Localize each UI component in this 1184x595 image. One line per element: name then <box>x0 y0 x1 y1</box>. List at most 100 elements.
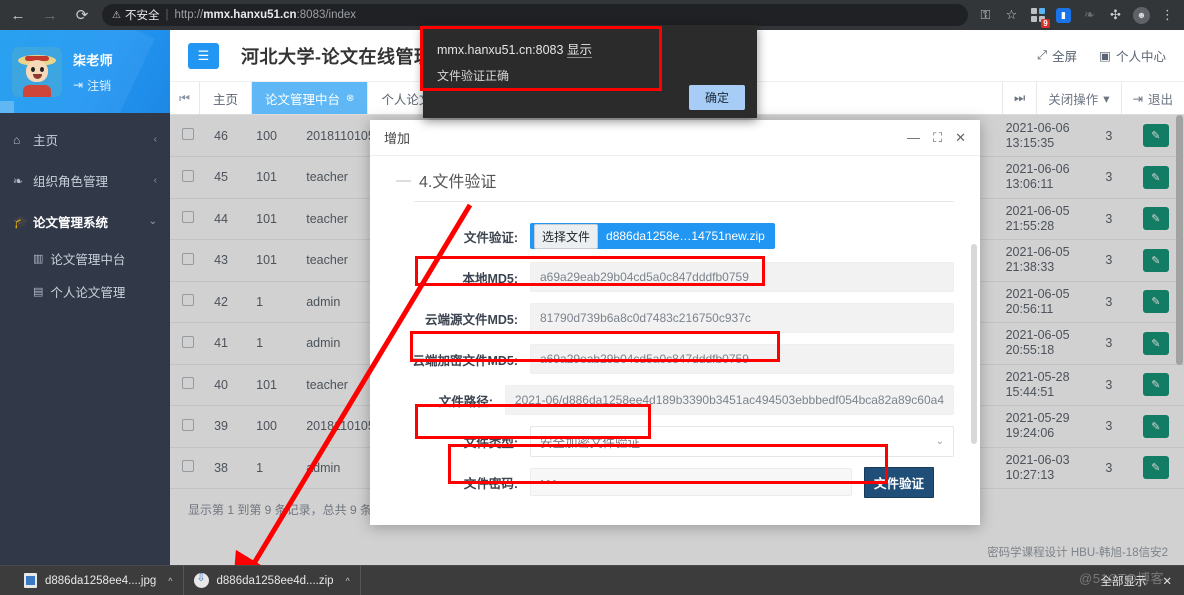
section-divider <box>414 201 954 202</box>
omnibox-divider: | <box>165 9 169 21</box>
avatar <box>12 46 62 97</box>
field-cloud-enc-md5: 云端加密文件MD5: a69a29eab29b04cd5a0c847dddfb0… <box>388 343 954 375</box>
profile-avatar-icon[interactable]: ☻ <box>1132 6 1151 25</box>
sidebar-collapse-handle[interactable] <box>0 101 14 113</box>
password-key-icon[interactable]: ⚿ <box>976 6 995 25</box>
sidebar-item-org-role[interactable]: ❧ 组织角色管理 ‹ <box>0 160 170 201</box>
exit-icon: ⇥ <box>1132 91 1143 106</box>
calendar-icon: ▤ <box>33 286 44 298</box>
insecure-warning-icon: ⚠ <box>112 9 121 21</box>
dialog-titlebar: 增加 — ⛶ ✕ <box>370 120 980 156</box>
chevron-left-icon: ‹ <box>153 175 157 186</box>
page-title: 河北大学-论文在线管理 <box>241 46 433 67</box>
zip-file-icon <box>193 571 209 588</box>
profile-center-button[interactable]: ▣ 个人中心 <box>1099 46 1166 65</box>
sidebar-subitem-label: 个人论文管理 <box>50 286 126 300</box>
field-label: 云端源文件MD5: <box>424 312 518 327</box>
url-text: http://mmx.hanxu51.cn:8083/index <box>174 9 356 21</box>
sidebar-user-panel: 柒老师 ⇥ 注销 <box>0 30 170 113</box>
chosen-file-name: d886da1258e…14751new.zip <box>606 229 765 243</box>
extensions-icon[interactable]: 9 <box>1028 6 1050 28</box>
forward-icon[interactable]: → <box>36 1 64 29</box>
alert-ok-button[interactable]: 确定 <box>688 85 745 110</box>
maximize-icon[interactable]: ⛶ <box>933 130 942 146</box>
sidebar-item-label: 组织角色管理 <box>33 175 109 189</box>
bookmark-star-icon[interactable]: ☆ <box>1002 6 1021 25</box>
tab-bar-actions: ⏭ 关闭操作 ▾ ⇥ 退出 <box>1001 82 1184 114</box>
user-name: 柒老师 <box>73 52 113 68</box>
cloud-encrypted-md5-input[interactable]: a69a29eab29b04cd5a0c847dddfb0759 <box>530 344 954 374</box>
cloud-source-md5-input[interactable]: 81790d739b6a8c0d7483c216750c937c <box>530 303 954 333</box>
dialog-title: 增加 <box>384 131 411 146</box>
download-file-name: d886da1258ee4d....zip <box>216 574 334 587</box>
field-label: 云端加密文件MD5: <box>412 353 518 368</box>
sidebar-subitem-personal-paper[interactable]: ▤ 个人论文管理 <box>0 275 170 308</box>
logout-button[interactable]: ⇥ 注销 <box>73 77 113 94</box>
field-label: 文件类型: <box>463 435 518 450</box>
file-picker[interactable]: 选择文件 d886da1258e…14751new.zip <box>530 223 775 249</box>
menu-toggle-button[interactable]: ☰ <box>188 42 219 69</box>
evernote-icon[interactable]: ❧ <box>1080 6 1099 25</box>
verify-file-button[interactable]: 文件验证 <box>864 466 935 498</box>
pocket-bookmark-icon[interactable]: ▮ <box>1054 6 1073 25</box>
logout-icon: ⇥ <box>73 78 84 92</box>
chevron-down-icon: ▾ <box>1103 91 1110 106</box>
file-password-input[interactable]: ••• <box>530 468 852 496</box>
annotation-box-alert <box>420 26 662 91</box>
local-md5-input[interactable]: a69a29eab29b04cd5a0c847dddfb0759 <box>530 262 954 292</box>
file-type-select[interactable]: 安全加密文件验证 ⌄ <box>530 425 954 457</box>
section-title: 4.文件验证 <box>419 174 497 191</box>
url-rest: :8083/index <box>296 9 357 21</box>
header-actions: ⤢ 全屏 ▣ 个人中心 <box>1037 46 1184 65</box>
verify-form: 文件验证: 选择文件 d886da1258e…14751new.zip 本地MD… <box>388 220 954 498</box>
close-operations-dropdown[interactable]: 关闭操作 ▾ <box>1036 82 1120 114</box>
minimize-icon[interactable]: — <box>907 130 920 145</box>
profile-icon: ▣ <box>1099 49 1111 63</box>
close-operations-label: 关闭操作 <box>1048 92 1099 107</box>
file-type-value: 安全加密文件验证 <box>540 435 641 450</box>
field-file-path: 文件路径: 2021-06/d886da1258ee4d189b3390b345… <box>388 384 954 416</box>
tabs-scroll-left-icon[interactable]: ⏮ <box>170 82 200 114</box>
collapse-dash-icon[interactable]: — <box>396 172 411 189</box>
file-path-input[interactable]: 2021-06/d886da1258ee4d189b3390b3451ac494… <box>504 385 954 415</box>
reload-icon[interactable]: ⟳ <box>68 1 96 29</box>
dialog-scrollbar[interactable] <box>971 244 977 444</box>
download-item-jpg[interactable]: d886da1258ee4....jpg ^ <box>14 565 184 595</box>
tab-home[interactable]: 主页 <box>200 82 253 114</box>
screen-root: ← → ⟳ ⚠ 不安全 | http://mmx.hanxu51.cn:8083… <box>0 0 1184 595</box>
chevron-up-icon[interactable]: ^ <box>346 576 350 586</box>
close-icon[interactable]: ⊗ <box>346 93 354 104</box>
tabs-scroll-right-icon[interactable]: ⏭ <box>1001 82 1036 114</box>
back-icon[interactable]: ← <box>4 1 32 29</box>
fullscreen-label: 全屏 <box>1052 50 1078 64</box>
choose-file-button[interactable]: 选择文件 <box>534 223 599 249</box>
field-label: 文件密码: <box>463 476 518 491</box>
close-icon[interactable]: ✕ <box>955 130 966 146</box>
url-prefix: http:// <box>174 9 204 21</box>
tab-label: 主页 <box>213 92 239 107</box>
field-file-password: 文件密码: ••• 文件验证 <box>388 466 954 498</box>
puzzle-extension-icon[interactable]: ✣ <box>1106 6 1125 25</box>
field-file-verify: 文件验证: 选择文件 d886da1258e…14751new.zip <box>388 220 954 252</box>
chrome-menu-icon[interactable]: ⋮ <box>1158 6 1177 25</box>
address-bar[interactable]: ⚠ 不安全 | http://mmx.hanxu51.cn:8083/index <box>102 4 968 26</box>
sidebar-item-home[interactable]: ⌂ 主页 ‹ <box>0 119 170 160</box>
exit-button[interactable]: ⇥ 退出 <box>1120 82 1184 114</box>
home-icon: ⌂ <box>13 132 21 147</box>
sidebar-item-paper-system[interactable]: 🎓 论文管理系统 ⌄ <box>0 201 170 242</box>
download-item-zip[interactable]: d886da1258ee4d....zip ^ <box>184 565 361 595</box>
field-local-md5: 本地MD5: a69a29eab29b04cd5a0c847dddfb0759 <box>388 261 954 293</box>
sidebar: 柒老师 ⇥ 注销 ⌂ 主页 ‹ ❧ 组织角色管理 ‹ 🎓 论文管理系统 ⌄ ▥ … <box>0 30 170 565</box>
chevron-down-icon: ⌄ <box>935 435 944 447</box>
exit-label: 退出 <box>1147 92 1173 107</box>
section-header: — 4.文件验证 <box>388 168 954 192</box>
sidebar-subitem-paper-center[interactable]: ▥ 论文管理中台 <box>0 242 170 275</box>
field-cloud-src-md5: 云端源文件MD5: 81790d739b6a8c0d7483c216750c93… <box>388 302 954 334</box>
sidebar-item-label: 主页 <box>33 134 59 148</box>
fullscreen-button[interactable]: ⤢ 全屏 <box>1037 46 1077 65</box>
tab-paper-center[interactable]: 论文管理中台 ⊗ <box>252 82 369 114</box>
sidebar-item-label: 论文管理系统 <box>33 216 109 230</box>
chevron-up-icon[interactable]: ^ <box>168 576 172 586</box>
browser-action-icons: ⚿ ☆ 9 ▮ ❧ ✣ ☻ ⋮ <box>976 6 1184 28</box>
field-file-type: 文件类型: 安全加密文件验证 ⌄ <box>388 425 954 457</box>
